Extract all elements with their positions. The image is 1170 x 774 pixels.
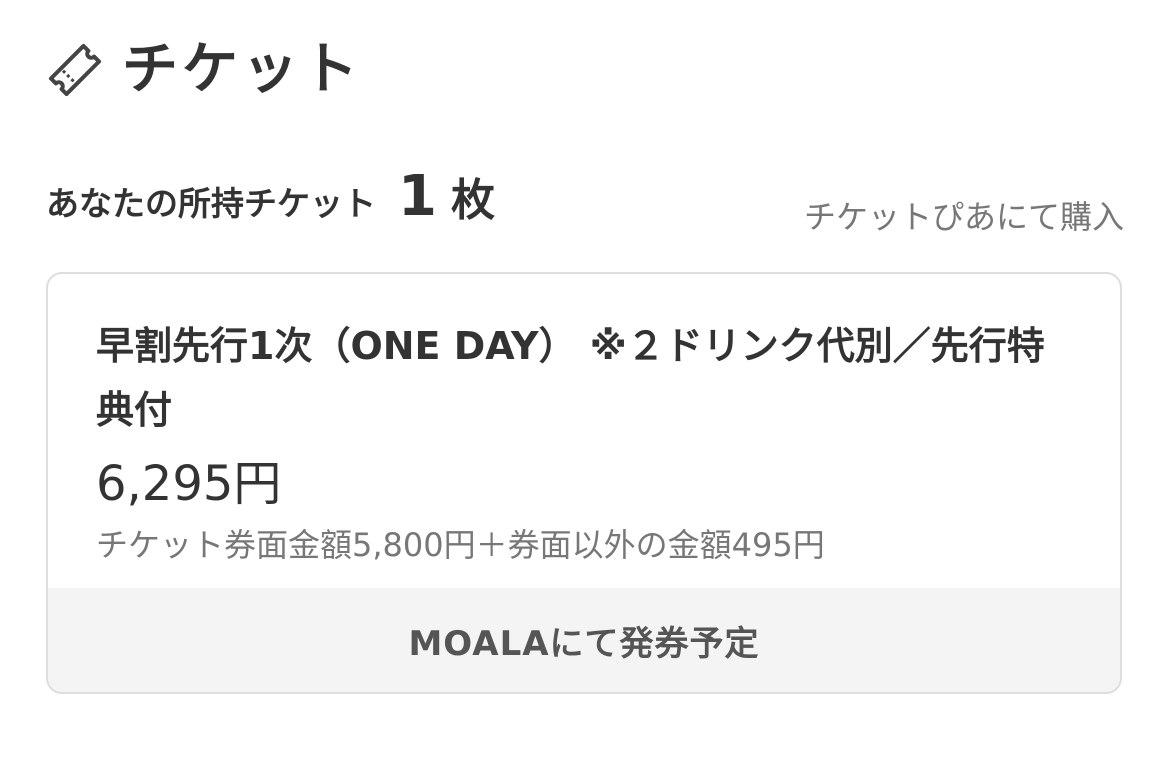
buy-at-ticket-pia-link[interactable]: チケットぴあにて購入	[804, 192, 1124, 238]
owned-count: 1	[398, 164, 437, 229]
ticket-name: 早割先行1次（ONE DAY） ※２ドリンク代別／先行特典付	[96, 324, 1045, 432]
ticket-card-footer: MOALAにて発券予定	[48, 588, 1120, 692]
owned-row: あなたの所持チケット 1 枚 チケットぴあにて購入	[46, 164, 1124, 244]
issue-info: MOALAにて発券予定	[408, 623, 760, 664]
section-header: チケット	[44, 30, 362, 110]
owned-summary: あなたの所持チケット 1 枚	[46, 164, 495, 228]
page-title: チケット	[122, 37, 362, 102]
ticket-page: チケット あなたの所持チケット 1 枚 チケットぴあにて購入 早割先行1次（ON…	[0, 0, 1170, 774]
ticket-price: 6,295円	[96, 456, 282, 512]
ticket-card: 早割先行1次（ONE DAY） ※２ドリンク代別／先行特典付 6,295円 チケ…	[46, 272, 1122, 694]
owned-label: あなたの所持チケット	[46, 184, 376, 223]
owned-unit: 枚	[450, 175, 495, 226]
ticket-icon	[44, 39, 106, 101]
ticket-price-detail: チケット券面金額5,800円＋券面以外の金額495円	[96, 526, 825, 564]
ticket-card-body: 早割先行1次（ONE DAY） ※２ドリンク代別／先行特典付 6,295円 チケ…	[48, 274, 1120, 564]
